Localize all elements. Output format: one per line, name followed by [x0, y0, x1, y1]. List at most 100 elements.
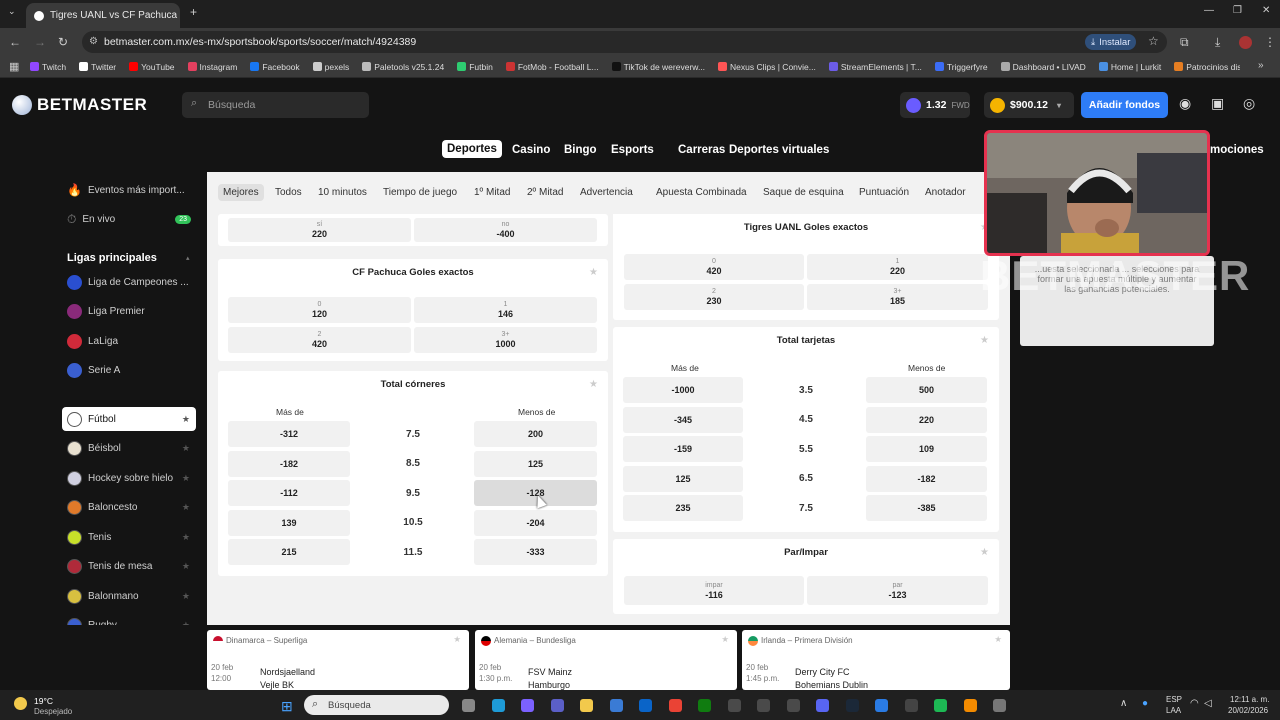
sidebar-item-live[interactable]: ⏱ En vivo 23 [62, 207, 196, 231]
collapse-icon[interactable]: ▴ [186, 254, 190, 262]
file-explorer-icon[interactable] [580, 699, 593, 712]
lang-code[interactable]: ESP [1166, 695, 1182, 704]
favorite-star-icon[interactable]: ★ [182, 473, 190, 484]
xbox-icon[interactable] [698, 699, 711, 712]
nav-casino[interactable]: Casino [512, 144, 550, 156]
odds-button[interactable]: -159 [623, 436, 743, 462]
download-icon[interactable]: ⤓ [1215, 35, 1220, 50]
bookmark-item[interactable]: TikTok de wereverw... [611, 62, 705, 72]
media-icon[interactable] [727, 699, 741, 712]
site-info-icon[interactable]: ⚙ [89, 36, 98, 47]
clock-time[interactable]: 12:11 a. m. [1230, 695, 1269, 704]
odds-button[interactable]: -345 [623, 406, 743, 433]
favorite-star-icon[interactable]: ★ [182, 443, 190, 454]
sidebar-league-item[interactable]: Serie A [62, 359, 196, 383]
bookmark-item[interactable]: FotMob - Football L... [505, 62, 599, 72]
sidebar-sport-item[interactable]: Baloncesto ★ [62, 496, 196, 520]
forward-icon[interactable]: → [34, 35, 46, 49]
add-funds-button[interactable]: Añadir fondos [1081, 92, 1168, 118]
steam-icon[interactable] [845, 699, 859, 712]
nav-carreras[interactable]: Carreras [678, 144, 725, 156]
bookmark-item[interactable]: Instagram [187, 62, 237, 72]
odds-button[interactable]: -182 [866, 465, 987, 492]
odds-button[interactable]: 1 220 [807, 254, 988, 280]
sidebar-sport-item[interactable]: Balonmano ★ [62, 584, 196, 608]
tab-puntuaci-n[interactable]: Puntuación [859, 187, 909, 198]
bookmark-item[interactable]: StreamElements | T... [828, 62, 922, 72]
tab-todos[interactable]: Todos [275, 187, 302, 198]
tab-advertencia[interactable]: Advertencia [580, 187, 633, 198]
balance-dropdown[interactable]: $900.12 ▾ [984, 92, 1074, 118]
clock-date[interactable]: 20/02/2026 [1228, 706, 1268, 715]
favorite-star-icon[interactable]: ★ [182, 561, 190, 572]
gift-icon[interactable]: ▣ [1211, 95, 1224, 112]
odds-button[interactable]: 500 [866, 377, 987, 403]
sidebar-sport-item[interactable]: Tenis ★ [62, 525, 196, 549]
odds-button[interactable]: -312 [228, 421, 350, 447]
odds-button[interactable]: no -400 [414, 218, 597, 242]
sidebar-sport-item[interactable]: Béisbol ★ [62, 437, 196, 461]
odds-button[interactable]: 0 420 [624, 254, 804, 280]
odds-button[interactable]: 125 [623, 465, 743, 492]
chrome-icon[interactable] [668, 699, 682, 712]
reload-icon[interactable]: ↻ [58, 35, 68, 49]
app-arrow-icon[interactable] [757, 699, 770, 712]
tab-apuesta-combinada[interactable]: Apuesta Combinada [656, 187, 747, 198]
store-icon[interactable] [609, 699, 623, 712]
odds-button[interactable]: -333 [474, 539, 597, 565]
odds-button[interactable]: -112 [228, 480, 350, 506]
favorite-star-icon[interactable]: ★ [589, 267, 598, 278]
terminal-icon[interactable] [904, 699, 918, 712]
fwd-balance[interactable]: 1.32 FWD [900, 92, 970, 118]
odds-button[interactable]: 139 [228, 509, 350, 536]
bookmark-item[interactable]: Twitch [30, 62, 66, 72]
odds-button[interactable]: sí 220 [228, 218, 411, 242]
favorite-star-icon[interactable]: ★ [721, 634, 729, 645]
edge-icon[interactable] [491, 699, 505, 712]
bookmark-item[interactable]: YouTube [129, 62, 175, 72]
favorite-star-icon[interactable]: ★ [980, 547, 989, 558]
odds-button[interactable]: 2 230 [624, 284, 804, 310]
bookmark-item[interactable]: Dashboard • LIVAD [1000, 62, 1086, 72]
nav-promotions-partial[interactable]: mociones [1210, 144, 1264, 156]
outlook-icon[interactable] [639, 699, 652, 712]
odds-button[interactable]: 1 146 [414, 297, 597, 323]
install-button[interactable]: ⤓ Instalar [1085, 34, 1137, 50]
edit-icon[interactable] [875, 699, 888, 712]
windows-start-icon[interactable]: ⊞ [281, 698, 293, 715]
tab-saque-de-esquina[interactable]: Saque de esquina [763, 187, 844, 198]
spotify-icon[interactable] [934, 699, 947, 712]
match-card[interactable]: Dinamarca – Superliga ★ 20 feb 12:00 Nordsja… [207, 630, 469, 690]
discord-icon[interactable] [816, 699, 829, 712]
favorite-star-icon[interactable]: ★ [182, 502, 190, 513]
volume-icon[interactable]: ◁ [1204, 698, 1212, 709]
taskbar-search-input[interactable]: ⌕ Búsqueda [304, 695, 449, 715]
minimize-icon[interactable]: — [1204, 5, 1214, 16]
live-radio-icon[interactable]: ◉ [1179, 95, 1191, 112]
mic-icon[interactable]: ● [1142, 698, 1148, 709]
bookmark-item[interactable]: Nexus Clips | Convie... [718, 62, 816, 72]
sidebar-league-item[interactable]: Liga de Campeones ... [62, 270, 196, 294]
nav-deportes[interactable]: Deportes [442, 140, 502, 158]
tray-chevron-icon[interactable]: ∧ [1120, 698, 1127, 709]
odds-button[interactable]: 0 120 [228, 297, 411, 323]
sidebar-item-top-events[interactable]: 🔥 Eventos más import... [62, 178, 196, 202]
settings-icon[interactable] [993, 699, 1006, 712]
tab-anotador[interactable]: Anotador [925, 187, 966, 198]
wifi-icon[interactable]: ◠ [1190, 698, 1199, 709]
tab-mejores[interactable]: Mejores [218, 184, 264, 201]
odds-button[interactable]: -182 [228, 450, 350, 477]
close-window-icon[interactable]: ✕ [1262, 5, 1270, 16]
tab-10-minutos[interactable]: 10 minutos [318, 187, 367, 198]
vlc-icon[interactable] [963, 699, 977, 712]
bookmark-item[interactable]: Patrocinios disponib... [1174, 62, 1240, 72]
odds-button[interactable]: 109 [866, 436, 987, 462]
more-bookmarks-icon[interactable]: » [1258, 60, 1264, 71]
favorite-star-icon[interactable]: ★ [453, 634, 461, 645]
nav-deportes-virtuales[interactable]: Deportes virtuales [729, 144, 829, 156]
favorite-star-icon[interactable]: ★ [589, 379, 598, 390]
bookmark-item[interactable]: Paletools v25.1.24 [362, 62, 444, 72]
nav-bingo[interactable]: Bingo [564, 144, 597, 156]
favorite-star-icon[interactable]: ★ [980, 335, 989, 346]
lang-layout[interactable]: LAA [1166, 706, 1181, 715]
